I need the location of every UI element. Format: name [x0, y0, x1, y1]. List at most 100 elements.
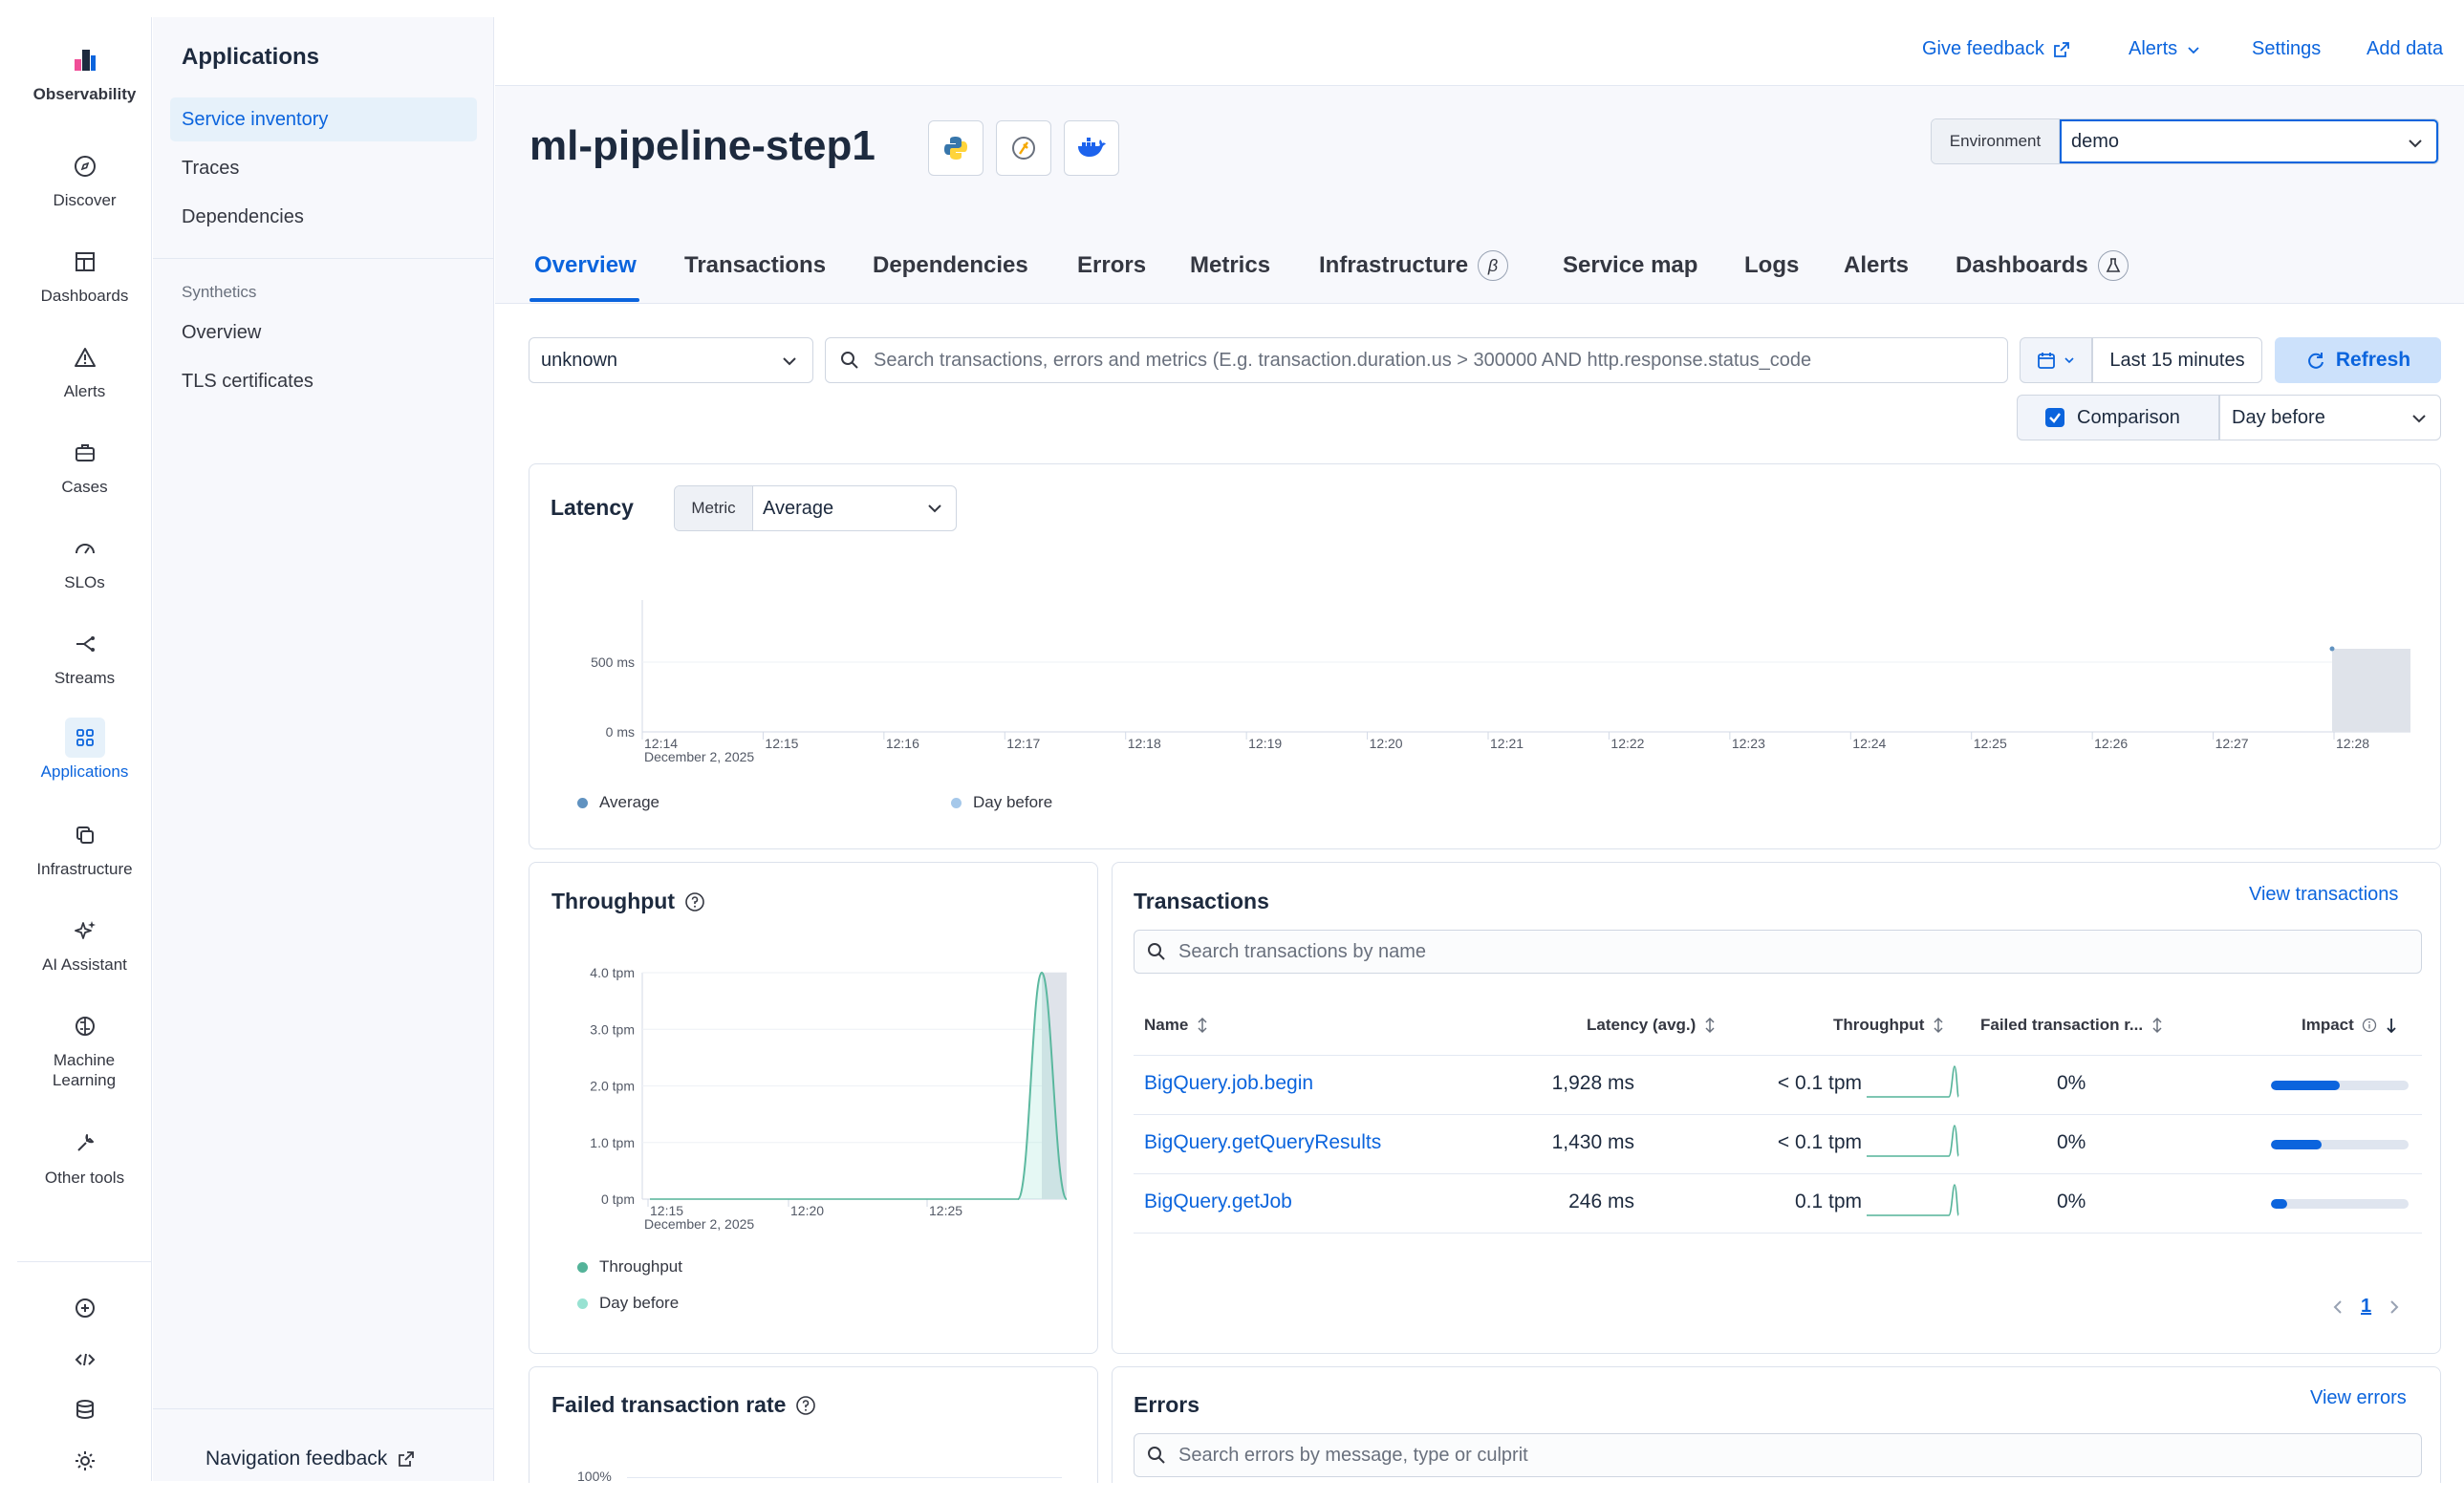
environment-selector: Environment demo	[1931, 118, 2439, 164]
tab-infrastructure-label: Infrastructure	[1319, 252, 1469, 278]
rail-item-streams[interactable]: Streams	[17, 624, 152, 688]
tab-dashboards[interactable]: Dashboards	[1956, 247, 2129, 285]
transaction-name-link[interactable]: BigQuery.getJob	[1144, 1191, 1292, 1213]
nav-item-traces[interactable]: Traces	[170, 146, 477, 190]
rail-item-infrastructure[interactable]: Infrastructure	[17, 815, 152, 879]
rail-bottom-settings[interactable]	[17, 1441, 152, 1481]
throughput-legend-day-before[interactable]: Day before	[577, 1294, 679, 1313]
python-badge[interactable]	[928, 120, 983, 176]
rail-item-applications[interactable]: Applications	[17, 718, 152, 782]
latency-x-tick: 12:19	[1248, 736, 1282, 751]
rail-bottom-stack-management[interactable]	[17, 1389, 152, 1429]
rail-item-machine-learning[interactable]: Machine Learning	[17, 1006, 152, 1090]
transactions-search-input[interactable]: Search transactions by name	[1134, 930, 2422, 974]
add-data-link[interactable]: Add data	[2367, 38, 2443, 60]
tab-infrastructure[interactable]: Infrastructure β	[1319, 247, 1509, 285]
code-icon	[65, 1340, 105, 1380]
alerts-menu-button[interactable]: Alerts	[2129, 38, 2202, 60]
sparkles-icon	[65, 911, 105, 951]
throughput-y-tick: 4.0 tpm	[590, 965, 635, 980]
nav-item-service-inventory[interactable]: Service inventory	[170, 97, 477, 141]
transaction-latency: 246 ms	[1568, 1191, 1634, 1212]
environment-select[interactable]: demo	[2060, 119, 2438, 163]
column-header-latency[interactable]: Latency (avg.)	[1587, 1016, 1717, 1035]
rail-item-cases[interactable]: Cases	[17, 433, 152, 497]
tab-service-map[interactable]: Service map	[1563, 247, 1697, 285]
rail-item-dashboards[interactable]: Dashboards	[17, 242, 152, 306]
throughput-sparkline	[1867, 1065, 1959, 1098]
rail-item-ai-assistant[interactable]: AI Assistant	[17, 911, 152, 975]
rail-divider	[17, 1261, 152, 1262]
give-feedback-link[interactable]: Give feedback	[1922, 38, 2071, 60]
tab-alerts[interactable]: Alerts	[1844, 247, 1909, 285]
time-range-button[interactable]: Last 15 minutes	[2092, 337, 2262, 383]
kuery-search-input[interactable]: Search transactions, errors and metrics …	[825, 337, 2008, 383]
view-transactions-link[interactable]: View transactions	[2249, 884, 2398, 906]
comparison-label: Comparison	[2077, 406, 2180, 428]
nav-item-synthetics-overview[interactable]: Overview	[170, 311, 477, 354]
tab-transactions[interactable]: Transactions	[684, 247, 826, 285]
sort-icon	[1198, 1017, 1207, 1034]
quick-select-button[interactable]	[2020, 337, 2092, 383]
refresh-button[interactable]: Refresh	[2275, 337, 2441, 383]
latency-metric-select[interactable]: Metric Average	[674, 485, 957, 531]
errors-search-input[interactable]: Search errors by message, type or culpri…	[1134, 1433, 2422, 1477]
nav-item-tls-certificates[interactable]: TLS certificates	[170, 359, 477, 403]
tab-overview[interactable]: Overview	[534, 247, 637, 285]
latency-chart: 0 ms500 ms12:14 12:15 12:16 12:17 12:18 12:19…	[591, 600, 2410, 764]
column-header-label: Throughput	[1833, 1016, 1925, 1034]
nav-item-dependencies[interactable]: Dependencies	[170, 195, 477, 239]
throughput-y-tick: 0 tpm	[601, 1191, 635, 1207]
metric-select-value[interactable]: Average	[753, 486, 956, 530]
top-header-bar: Give feedback Alerts Settings Add data	[495, 17, 2464, 86]
question-circle-icon[interactable]	[684, 891, 705, 912]
transaction-throughput: < 0.1 tpm	[1777, 1131, 1862, 1153]
opentelemetry-badge[interactable]	[996, 120, 1051, 176]
rail-bottom-dev-tools[interactable]	[17, 1340, 152, 1380]
legend-dot	[951, 797, 962, 808]
rail-item-slos[interactable]: SLOs	[17, 528, 152, 592]
tab-errors[interactable]: Errors	[1077, 247, 1146, 285]
failed-rate-title: Failed transaction rate	[551, 1392, 816, 1418]
view-errors-link[interactable]: View errors	[2310, 1387, 2407, 1409]
comparison-toggle[interactable]: Comparison	[2017, 395, 2219, 440]
docker-badge[interactable]	[1064, 120, 1119, 176]
rail-item-discover[interactable]: Discover	[17, 146, 152, 210]
checkbox-checked-icon[interactable]	[2044, 407, 2065, 428]
navigation-feedback-link[interactable]: Navigation feedback	[205, 1448, 416, 1470]
apps-grid-icon	[64, 718, 105, 758]
column-header-failed-rate[interactable]: Failed transaction r...	[1980, 1016, 2164, 1035]
latency-y-tick: 500 ms	[591, 654, 635, 670]
legend-dot	[577, 1298, 588, 1309]
rail-item-alerts[interactable]: Alerts	[17, 337, 152, 401]
latency-legend-average[interactable]: Average	[577, 793, 659, 812]
transaction-name-link[interactable]: BigQuery.getQueryResults	[1144, 1131, 1381, 1154]
rail-item-other-tools[interactable]: Other tools	[17, 1124, 152, 1188]
transaction-name-link[interactable]: BigQuery.job.begin	[1144, 1072, 1313, 1095]
chevron-down-icon	[783, 357, 796, 366]
throughput-sparkline	[1867, 1125, 1959, 1157]
latency-average-point	[2329, 646, 2335, 652]
environment-value: demo	[2071, 130, 2120, 152]
column-header-impact[interactable]: Impact	[2302, 1016, 2398, 1035]
chevron-right-icon[interactable]	[2387, 1298, 2402, 1317]
tab-logs[interactable]: Logs	[1744, 247, 1799, 285]
latency-legend-day-before[interactable]: Day before	[951, 793, 1052, 812]
service-title: ml-pipeline-step1	[530, 122, 875, 169]
chevron-left-icon[interactable]	[2330, 1298, 2345, 1317]
column-header-name[interactable]: Name	[1144, 1016, 1209, 1035]
rail-bottom-add[interactable]	[17, 1288, 152, 1328]
question-circle-icon[interactable]	[795, 1395, 816, 1416]
errors-title: Errors	[1134, 1392, 1200, 1417]
tab-metrics[interactable]: Metrics	[1190, 247, 1270, 285]
tab-dependencies[interactable]: Dependencies	[873, 247, 1028, 285]
impact-bar-fill	[2271, 1140, 2323, 1149]
rail-item-observability[interactable]: Observability	[17, 40, 152, 104]
transaction-type-select[interactable]: unknown	[529, 337, 813, 383]
column-header-throughput[interactable]: Throughput	[1833, 1016, 1945, 1035]
throughput-title-label: Throughput	[551, 889, 676, 913]
pagination-page-1[interactable]: 1	[2361, 1296, 2371, 1318]
throughput-legend-throughput[interactable]: Throughput	[577, 1257, 682, 1277]
comparison-period-select[interactable]: Day before	[2219, 395, 2441, 440]
settings-link[interactable]: Settings	[2252, 38, 2321, 60]
